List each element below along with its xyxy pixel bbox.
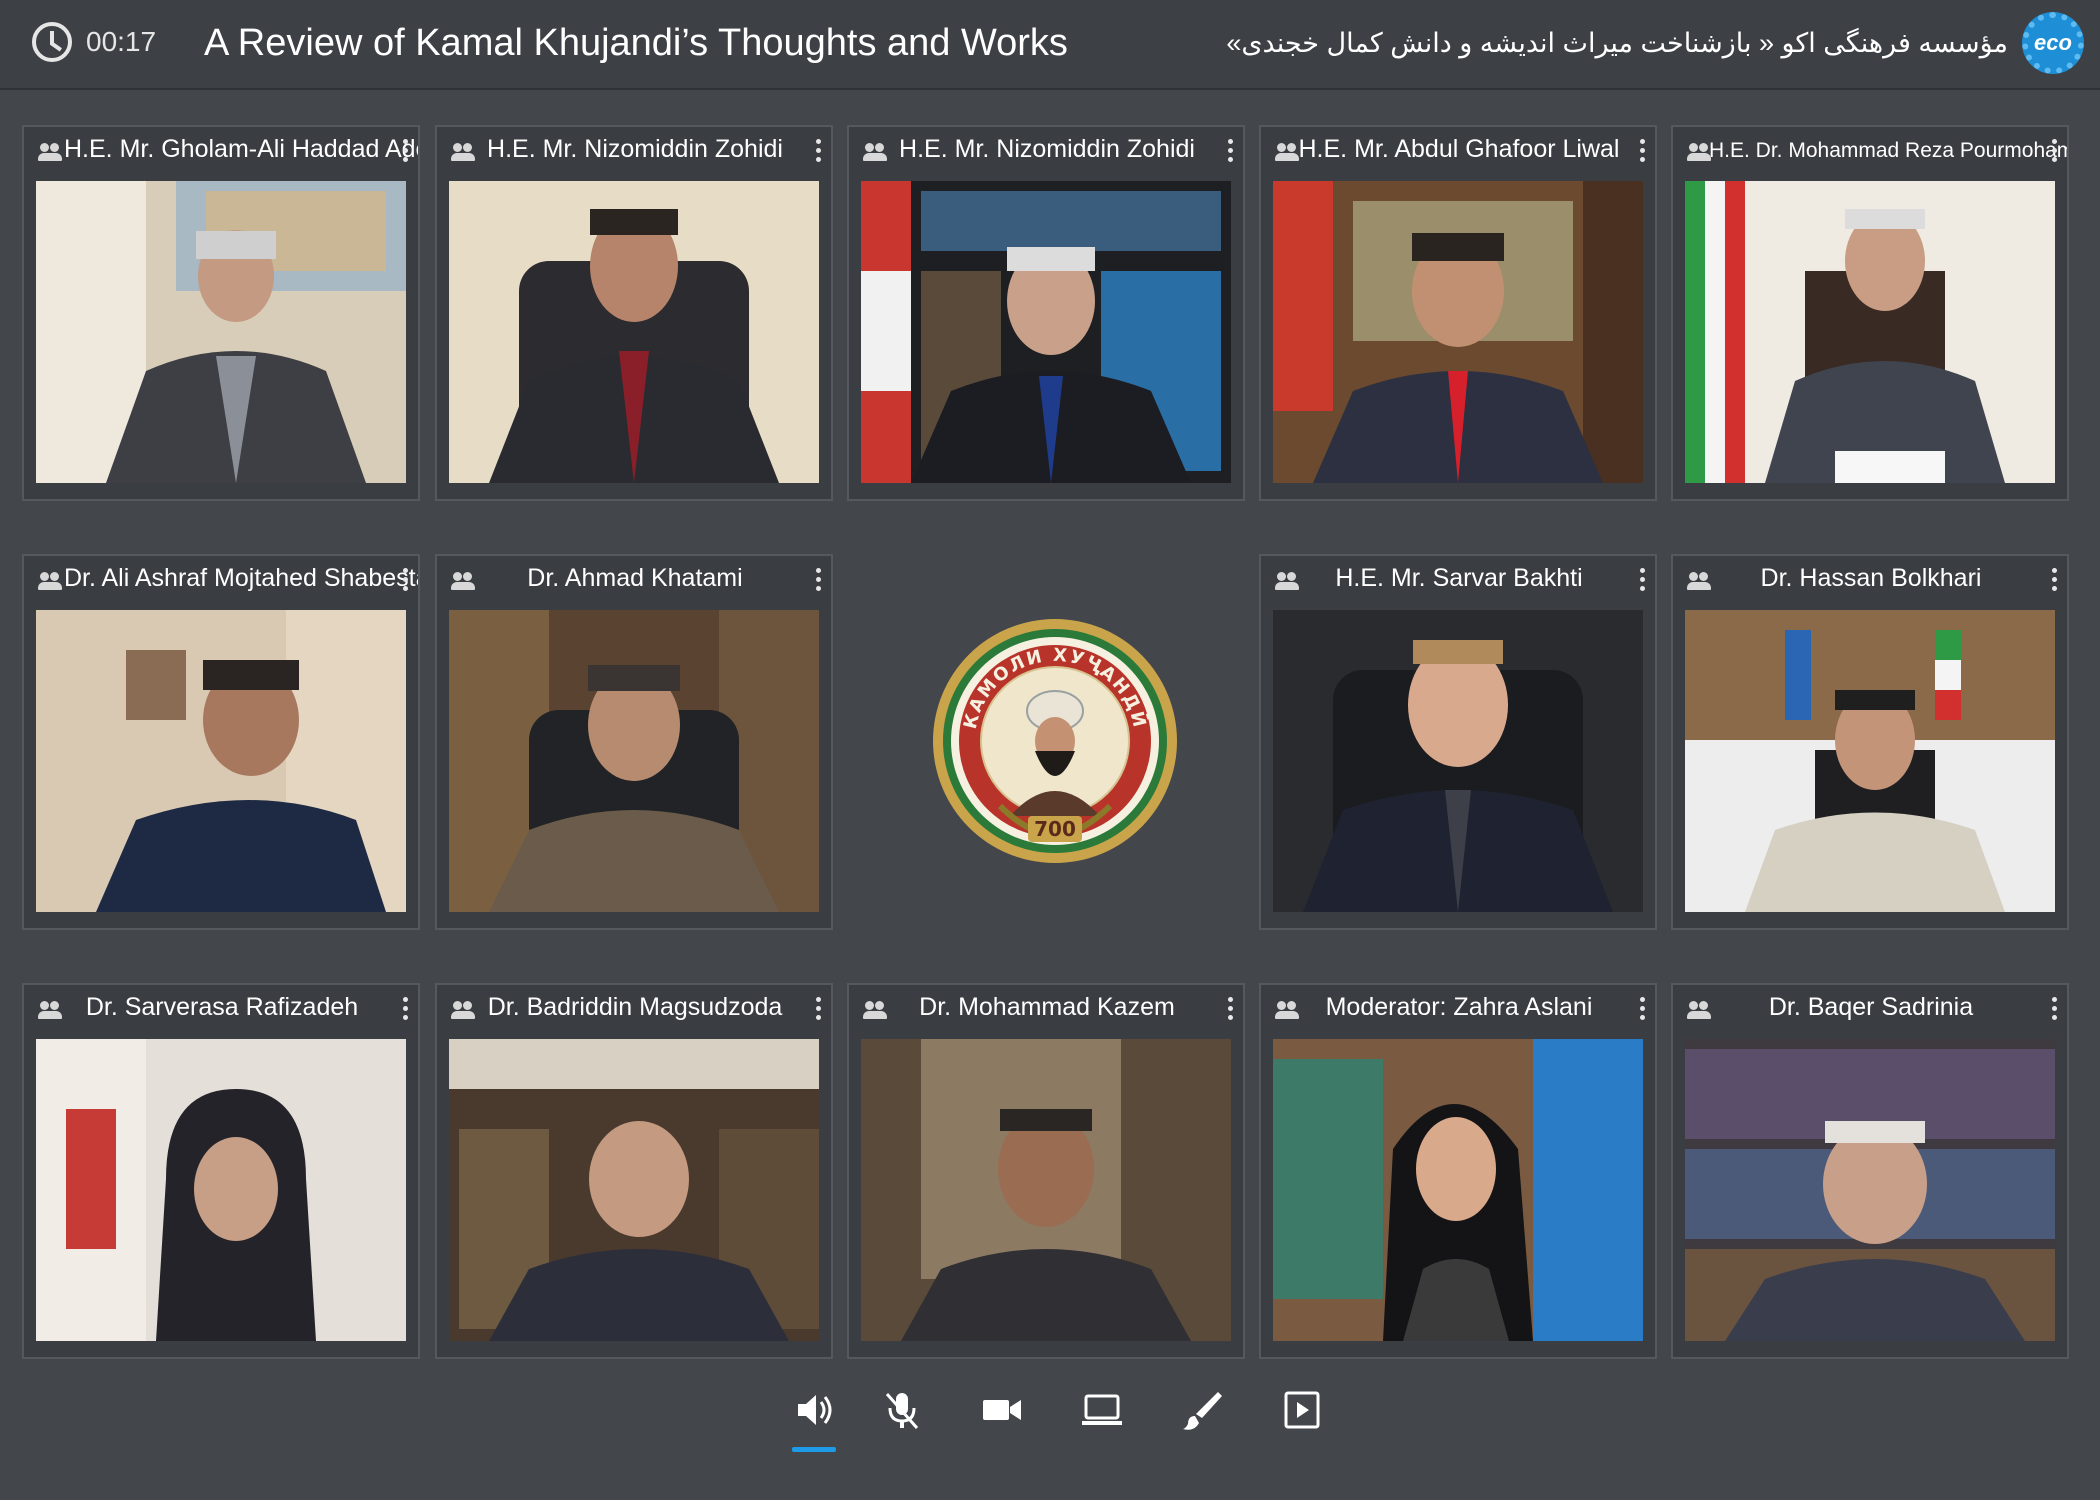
participant-tile[interactable]: H.E. Mr. Gholam-Ali Haddad Adel <box>22 125 420 501</box>
header-bar: 00:17 A Review of Kamal Khujandi’s Thoug… <box>0 0 2100 90</box>
participant-video <box>1273 610 1643 912</box>
mic-muted-icon <box>885 1393 919 1429</box>
annotate-button[interactable] <box>1172 1380 1232 1440</box>
tile-header: Dr. Mohammad Kazem <box>849 985 1243 1035</box>
organizer-label: مؤسسه فرهنگی اکو « بازشناخت میراث اندیشه… <box>1226 28 2008 58</box>
more-options-icon[interactable] <box>400 997 410 1023</box>
tile-header: Moderator: Zahra Aslani <box>1261 985 1655 1035</box>
tile-header: H.E. Mr. Nizomiddin Zohidi <box>849 127 1243 177</box>
participant-name: Dr. Hassan Bolkhari <box>1760 564 1982 592</box>
tile-header: Dr. Ahmad Khatami <box>437 556 831 606</box>
speaker-icon <box>798 1395 832 1425</box>
participant-video <box>1685 1039 2055 1341</box>
participant-tile[interactable]: Dr. Ali Ashraf Mojtahed Shabestari <box>22 554 420 930</box>
participant-name: Dr. Ali Ashraf Mojtahed Shabestari <box>64 564 418 592</box>
more-options-icon[interactable] <box>2049 568 2059 594</box>
active-indicator <box>792 1447 836 1452</box>
participant-tile[interactable]: Dr. Baqer Sadrinia <box>1671 983 2069 1359</box>
tile-header: Dr. Badriddin Magsudzoda <box>437 985 831 1035</box>
participant-tile[interactable]: Dr. Badriddin Magsudzoda <box>435 983 833 1359</box>
participant-tile[interactable]: Dr. Ahmad Khatami <box>435 554 833 930</box>
participant-tile[interactable]: H.E. Mr. Abdul Ghafoor Liwal <box>1259 125 1657 501</box>
camera-button[interactable] <box>972 1380 1032 1440</box>
more-options-icon[interactable] <box>2049 997 2059 1023</box>
participant-name: H.E. Mr. Nizomiddin Zohidi <box>899 135 1195 163</box>
participant-name: Dr. Mohammad Kazem <box>919 993 1175 1021</box>
participant-name: Dr. Baqer Sadrinia <box>1768 993 1974 1021</box>
participant-video <box>1685 610 2055 912</box>
elapsed-time: 00:17 <box>86 26 157 57</box>
conference-window: 00:17 A Review of Kamal Khujandi’s Thoug… <box>0 0 2100 1500</box>
kamol-khujandi-700-logo: КАМОЛИ ХУҶАНДӢ 700 <box>933 619 1177 863</box>
brush-icon <box>1183 1392 1222 1430</box>
participant-video <box>36 610 406 912</box>
participant-video <box>449 181 819 483</box>
participant-tile[interactable]: Moderator: Zahra Aslani <box>1259 983 1657 1359</box>
participant-tile[interactable]: H.E. Mr. Sarvar Bakhti <box>1259 554 1657 930</box>
play-button[interactable] <box>1272 1380 1332 1440</box>
more-options-icon[interactable] <box>1225 139 1235 165</box>
elapsed-timer: 00:17 <box>32 22 156 62</box>
participant-video <box>449 610 819 912</box>
tile-header: H.E. Mr. Nizomiddin Zohidi <box>437 127 831 177</box>
more-options-icon[interactable] <box>1637 139 1647 165</box>
call-controls-toolbar <box>0 1380 2100 1460</box>
camera-icon <box>983 1400 1021 1420</box>
tile-header: H.E. Mr. Sarvar Bakhti <box>1261 556 1655 606</box>
mute-button[interactable] <box>872 1380 932 1440</box>
participant-tile[interactable]: H.E. Mr. Nizomiddin Zohidi <box>847 125 1245 501</box>
participant-name: H.E. Mr. Abdul Ghafoor Liwal <box>1298 135 1620 163</box>
participant-tile[interactable]: Dr. Sarverasa Rafizadeh <box>22 983 420 1359</box>
participant-video <box>1685 181 2055 483</box>
participant-video <box>36 181 406 483</box>
more-options-icon[interactable] <box>813 997 823 1023</box>
participant-video <box>1273 181 1643 483</box>
more-options-icon[interactable] <box>1637 568 1647 594</box>
tile-header: H.E. Dr. Mohammad Reza Pourmohammadi <box>1673 127 2067 177</box>
participant-name: Dr. Badriddin Magsudzoda <box>487 993 783 1021</box>
tile-header: Dr. Ali Ashraf Mojtahed Shabestari <box>24 556 418 606</box>
meeting-title: A Review of Kamal Khujandi’s Thoughts an… <box>204 22 1068 64</box>
clock-icon <box>32 22 72 62</box>
organizer-logo-text: eco <box>2034 30 2072 55</box>
tile-header: H.E. Mr. Gholam-Ali Haddad Adel <box>24 127 418 177</box>
logo-number: 700 <box>1034 817 1076 841</box>
more-options-icon[interactable] <box>2049 139 2059 165</box>
speaker-button[interactable] <box>784 1380 844 1452</box>
participant-name: Moderator: Zahra Aslani <box>1325 993 1593 1021</box>
more-options-icon[interactable] <box>813 568 823 594</box>
more-options-icon[interactable] <box>813 139 823 165</box>
participant-name: H.E. Mr. Nizomiddin Zohidi <box>487 135 783 163</box>
participant-tile[interactable]: H.E. Dr. Mohammad Reza Pourmohammadi <box>1671 125 2069 501</box>
more-options-icon[interactable] <box>400 139 410 165</box>
tile-header: Dr. Baqer Sadrinia <box>1673 985 2067 1035</box>
participant-tile[interactable]: H.E. Mr. Nizomiddin Zohidi <box>435 125 833 501</box>
participant-tile[interactable]: Dr. Hassan Bolkhari <box>1671 554 2069 930</box>
participant-name: H.E. Mr. Gholam-Ali Haddad Adel <box>64 135 418 163</box>
participant-video <box>861 181 1231 483</box>
participant-tile[interactable]: Dr. Mohammad Kazem <box>847 983 1245 1359</box>
more-options-icon[interactable] <box>400 568 410 594</box>
organizer-logo: eco <box>2022 12 2084 74</box>
screen-share-button[interactable] <box>1072 1380 1132 1440</box>
more-options-icon[interactable] <box>1637 997 1647 1023</box>
play-icon <box>1284 1391 1320 1429</box>
participant-name: H.E. Dr. Mohammad Reza Pourmohammadi <box>1709 139 2067 162</box>
participant-video <box>449 1039 819 1341</box>
tile-header: Dr. Sarverasa Rafizadeh <box>24 985 418 1035</box>
tile-header: Dr. Hassan Bolkhari <box>1673 556 2067 606</box>
participant-video <box>36 1039 406 1341</box>
tile-header: H.E. Mr. Abdul Ghafoor Liwal <box>1261 127 1655 177</box>
screen-share-icon <box>1082 1394 1122 1425</box>
more-options-icon[interactable] <box>1225 997 1235 1023</box>
participant-video <box>1273 1039 1643 1341</box>
participant-video <box>861 1039 1231 1341</box>
participant-name: Dr. Ahmad Khatami <box>527 564 743 592</box>
participant-name: Dr. Sarverasa Rafizadeh <box>85 993 359 1021</box>
participant-name: H.E. Mr. Sarvar Bakhti <box>1335 564 1583 592</box>
